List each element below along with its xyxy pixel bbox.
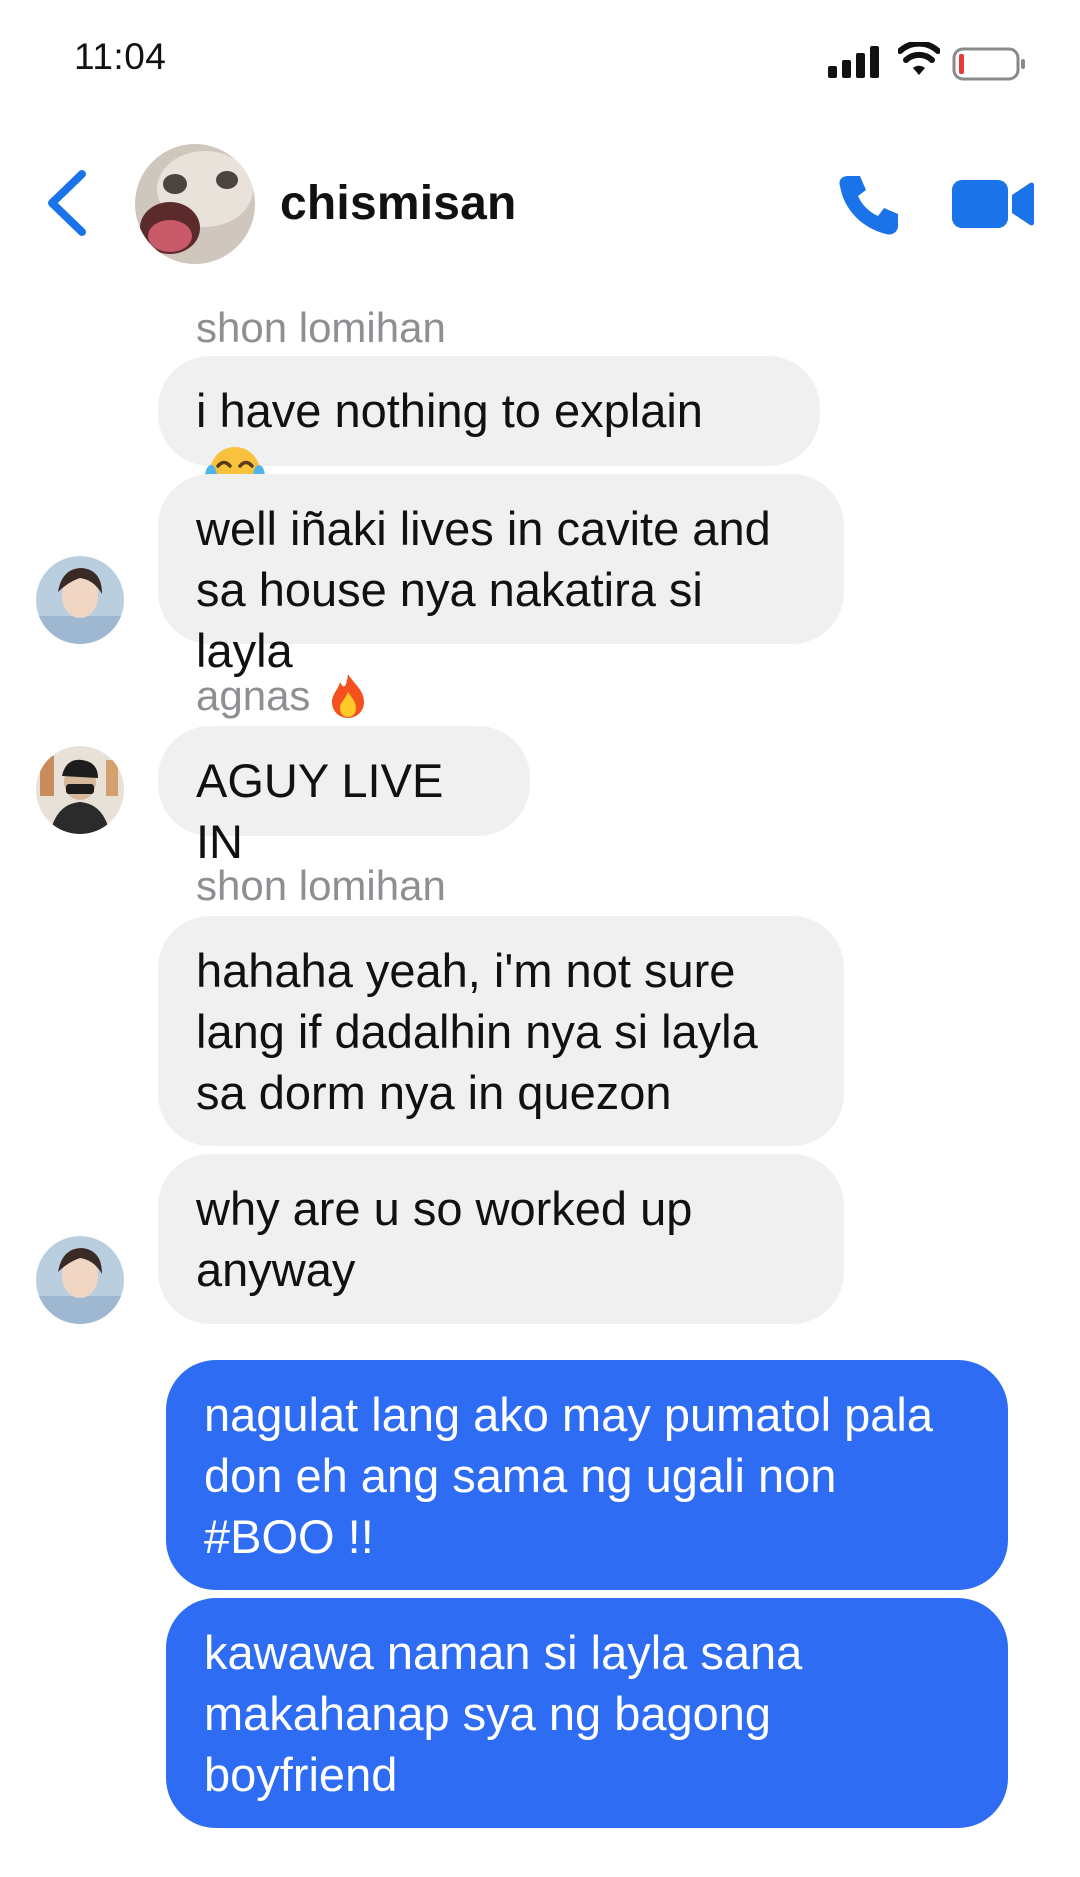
phone-icon[interactable] bbox=[836, 172, 902, 238]
message-bubble[interactable]: well iñaki lives in cavite and sa house … bbox=[158, 474, 844, 677]
message-text: hahaha yeah, i'm not sure lang if dadalh… bbox=[196, 944, 758, 1119]
avatar-agnas[interactable] bbox=[36, 746, 124, 834]
cellular-signal-icon bbox=[828, 46, 879, 78]
battery-icon bbox=[952, 47, 1025, 81]
sender-name: shon lomihan bbox=[196, 304, 446, 351]
message-bubble[interactable]: AGUY LIVE IN bbox=[158, 726, 530, 868]
message-text: kawawa naman si layla sana makahanap sya… bbox=[204, 1626, 803, 1801]
message-text: why are u so worked up anyway bbox=[196, 1182, 693, 1296]
message-bubble[interactable]: hahaha yeah, i'm not sure lang if dadalh… bbox=[158, 916, 844, 1146]
message-text: nagulat lang ako may pumatol pala don eh… bbox=[204, 1388, 933, 1563]
message-text: i have nothing to explain bbox=[196, 384, 703, 437]
video-camera-icon[interactable] bbox=[950, 178, 1034, 230]
status-time: 11:04 bbox=[74, 36, 167, 77]
sender-name: shon lomihan bbox=[196, 862, 446, 909]
message-text: AGUY LIVE IN bbox=[196, 754, 444, 868]
outgoing-message-bubble[interactable]: nagulat lang ako may pumatol pala don eh… bbox=[166, 1360, 1008, 1590]
back-chevron-icon[interactable] bbox=[44, 170, 90, 236]
fire-emoji-icon bbox=[332, 673, 365, 718]
group-avatar[interactable] bbox=[135, 144, 255, 264]
outgoing-message-bubble[interactable]: kawawa naman si layla sana makahanap sya… bbox=[166, 1598, 1008, 1828]
message-text: well iñaki lives in cavite and sa house … bbox=[196, 502, 771, 677]
message-bubble[interactable]: i have nothing to explain bbox=[158, 356, 820, 497]
avatar-shon[interactable] bbox=[36, 1236, 124, 1324]
wifi-icon bbox=[898, 42, 940, 75]
sender-name-row: agnas bbox=[196, 672, 368, 720]
chat-title[interactable]: chismisan bbox=[280, 176, 517, 231]
avatar-shon[interactable] bbox=[36, 556, 124, 644]
message-bubble[interactable]: why are u so worked up anyway bbox=[158, 1154, 844, 1324]
sender-name: agnas bbox=[196, 672, 311, 719]
